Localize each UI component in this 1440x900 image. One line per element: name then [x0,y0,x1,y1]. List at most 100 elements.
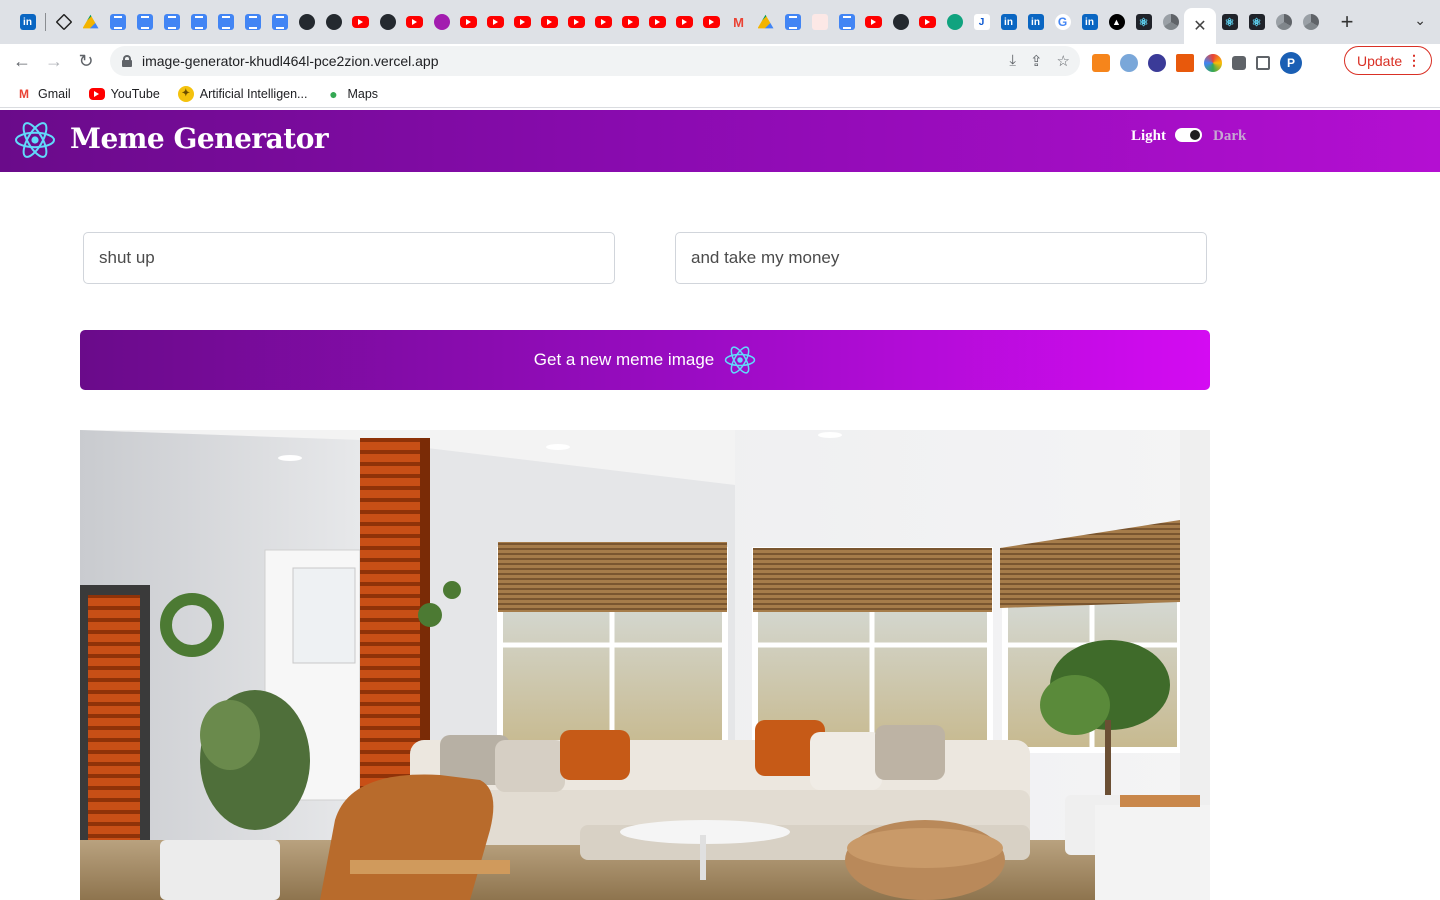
tab-react[interactable]: ⚛ [1216,8,1243,36]
tab-drive[interactable] [752,8,779,36]
tab-github[interactable] [887,8,914,36]
tab-docs[interactable] [212,8,239,36]
tab-youtube[interactable] [347,8,374,36]
tab-react[interactable]: ⚛ [1130,8,1157,36]
brave-icon[interactable] [1176,54,1194,72]
tab-youtube[interactable] [617,8,644,36]
color-picker-icon[interactable] [1204,54,1222,72]
tab-docs[interactable] [104,8,131,36]
tab-github[interactable] [374,8,401,36]
maps-pin-icon: ● [329,85,338,102]
tab-docs[interactable] [131,8,158,36]
google-docs-icon [163,14,180,30]
address-bar[interactable]: image-generator-khudl464l-pce2zion.verce… [110,46,1080,76]
tab-youtube[interactable] [482,8,509,36]
tab-triangle[interactable]: ▲ [1103,8,1130,36]
extension-icon[interactable] [1120,54,1138,72]
tab-docs[interactable] [239,8,266,36]
react-icon: ⚛ [1248,14,1265,30]
tab-search-chevron-icon[interactable]: ⌄ [1414,12,1426,29]
tab-chatgpt[interactable] [941,8,968,36]
forward-arrow-icon[interactable]: → [38,51,70,72]
linkedin-icon: in [1027,14,1044,30]
tab-youtube[interactable] [644,8,671,36]
bookmark-label: Artificial Intelligen... [199,86,308,101]
chrome-icon [1162,14,1179,30]
button-label: Get a new meme image [533,350,715,369]
bookmark-youtube[interactable]: YouTube [88,86,160,102]
tab-youtube[interactable] [698,8,725,36]
tab-linkedin[interactable]: in [995,8,1022,36]
bottom-text-input[interactable] [675,232,1207,284]
back-arrow-icon[interactable]: ← [6,51,38,72]
tab-note[interactable] [806,8,833,36]
side-panel-icon[interactable] [1256,56,1270,70]
bookmark-maps[interactable]: ● Maps [325,86,378,102]
new-tab-button[interactable]: + [1332,9,1362,35]
youtube-icon [703,16,720,28]
tab-youtube[interactable] [671,8,698,36]
tab-github[interactable] [320,8,347,36]
tab-chrome[interactable] [1157,8,1184,36]
url-text[interactable]: image-generator-khudl464l-pce2zion.verce… [142,53,439,69]
tab-j[interactable]: J [968,8,995,36]
bookmark-star-icon[interactable]: ☆ [1057,52,1070,70]
tab-diamond[interactable] [50,8,77,36]
tab-youtube[interactable] [509,8,536,36]
tab-docs[interactable] [158,8,185,36]
purple-circle-icon [433,14,450,30]
tab-docs[interactable] [185,8,212,36]
youtube-icon [460,16,477,28]
google-icon: G [1054,14,1071,30]
update-button[interactable]: Update ⋮ [1344,46,1432,75]
bookmark-ai[interactable]: ✦ Artificial Intelligen... [177,85,308,102]
tab-docs[interactable] [833,8,860,36]
share-icon[interactable]: ⇪ [1030,52,1043,70]
tab-purple[interactable] [428,8,455,36]
tab-youtube[interactable] [563,8,590,36]
close-tab-icon[interactable]: ✕ [1193,16,1206,36]
chatgpt-icon [946,14,963,30]
chrome-icon [1302,14,1319,30]
tab-youtube[interactable] [536,8,563,36]
tab-gmail[interactable]: M [725,8,752,36]
tab-globe[interactable] [1270,8,1297,36]
google-docs-icon [190,14,207,30]
linkedin-icon: in [1081,14,1098,30]
youtube-icon [514,16,531,28]
tab-linkedin[interactable]: in [1076,8,1103,36]
alien-icon[interactable] [1148,54,1166,72]
react-logo-icon [15,122,55,158]
kebab-menu-icon[interactable]: ⋮ [1407,52,1421,69]
youtube-icon [352,16,369,28]
bookmark-gmail[interactable]: M Gmail [16,86,71,102]
tab-react[interactable]: ⚛ [1243,8,1270,36]
puzzle-extensions-icon[interactable] [1232,56,1246,70]
tab-youtube[interactable] [401,8,428,36]
active-tab[interactable]: ✕ [1184,8,1216,44]
profile-avatar[interactable]: P [1280,52,1302,74]
tab-docs[interactable] [266,8,293,36]
tab-drive[interactable] [77,8,104,36]
tab-youtube[interactable] [914,8,941,36]
install-app-icon[interactable]: ⤓ [1009,52,1016,70]
browser-tab-strip: in M J in in G in ▲ ⚛ ✕ ⚛ ⚛ + ⌄ [0,0,1440,44]
new-meme-image-button[interactable]: Get a new meme image [80,330,1210,390]
tab-docs[interactable] [779,8,806,36]
youtube-icon [919,16,936,28]
tab-youtube[interactable] [860,8,887,36]
app-title: Meme Generator [70,122,329,155]
tab-github[interactable] [293,8,320,36]
tab-google[interactable]: G [1049,8,1076,36]
metamask-icon[interactable] [1092,54,1110,72]
tab-chrome[interactable] [1297,8,1324,36]
tab-linkedin[interactable]: in [14,8,41,36]
theme-toggle[interactable] [1175,128,1202,142]
tab-youtube[interactable] [590,8,617,36]
living-room-photo [80,430,1210,900]
top-text-input[interactable] [83,232,615,284]
tab-linkedin[interactable]: in [1022,8,1049,36]
reload-icon[interactable]: ↻ [70,51,102,72]
linkedin-icon: in [19,14,36,30]
tab-youtube[interactable] [455,8,482,36]
